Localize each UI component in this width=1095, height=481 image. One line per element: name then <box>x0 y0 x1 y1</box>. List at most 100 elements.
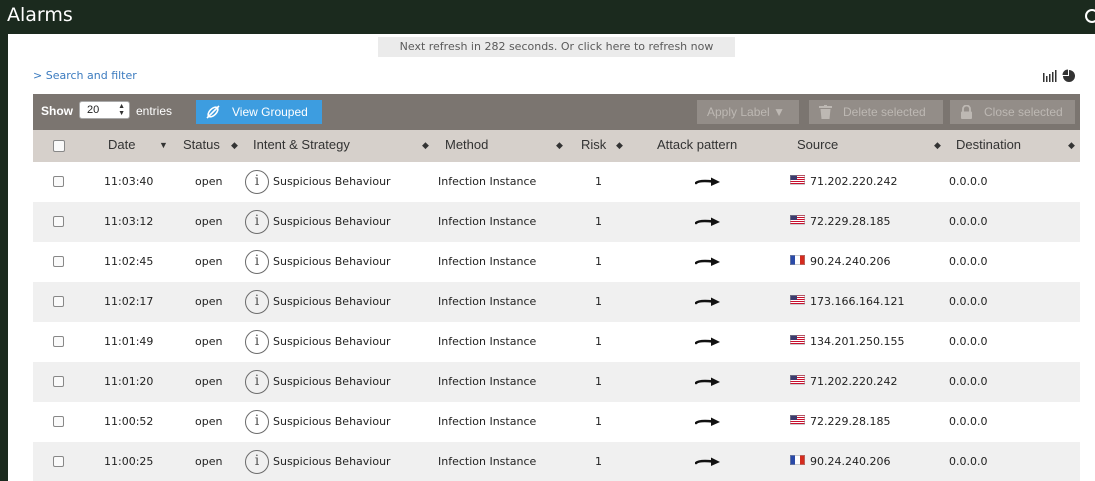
column-date[interactable]: Date <box>108 130 135 162</box>
row-risk: 1 <box>595 375 602 388</box>
sort-desc-icon[interactable]: ▼ <box>159 130 168 162</box>
column-intent[interactable]: Intent & Strategy <box>253 130 350 162</box>
row-intent: Suspicious Behaviour <box>273 175 391 188</box>
right-arrow-icon <box>695 337 720 346</box>
column-source[interactable]: Source <box>797 130 838 162</box>
row-intent: Suspicious Behaviour <box>273 295 391 308</box>
table-row[interactable]: 11:01:49 open i Suspicious Behaviour Infecti… <box>33 322 1080 362</box>
column-destination[interactable]: Destination <box>956 130 1021 162</box>
info-icon[interactable]: i <box>245 170 269 194</box>
user-icon[interactable] <box>1085 9 1095 23</box>
table-row[interactable]: 11:02:45 open i Suspicious Behaviour Infecti… <box>33 242 1080 282</box>
row-checkbox[interactable] <box>53 456 64 467</box>
row-time: 11:03:12 <box>104 215 154 228</box>
column-attack-pattern: Attack pattern <box>657 137 738 152</box>
fr-flag-icon <box>790 455 805 465</box>
table-row[interactable]: 11:01:20 open i Suspicious Behaviour Infecti… <box>33 362 1080 402</box>
row-status: open <box>195 375 223 388</box>
row-source[interactable]: 72.229.28.185 <box>810 202 890 242</box>
column-status[interactable]: Status <box>183 130 220 162</box>
table-row[interactable]: 11:03:40 open i Suspicious Behaviour Infecti… <box>33 162 1080 202</box>
entries-select[interactable]: 20 ▲ ▼ <box>79 101 130 119</box>
info-icon[interactable]: i <box>245 330 269 354</box>
info-icon[interactable]: i <box>245 410 269 434</box>
row-source[interactable]: 71.202.220.242 <box>810 362 897 402</box>
column-method[interactable]: Method <box>445 130 488 162</box>
entries-label: entries <box>136 104 173 118</box>
sort-icon[interactable]: ◆ <box>616 130 623 162</box>
row-source[interactable]: 134.201.250.155 <box>810 322 904 362</box>
view-grouped-button[interactable]: View Grouped <box>196 100 322 124</box>
table-row[interactable]: 11:03:12 open i Suspicious Behaviour Infecti… <box>33 202 1080 242</box>
row-checkbox[interactable] <box>53 336 64 347</box>
us-flag-icon <box>790 415 805 425</box>
column-risk[interactable]: Risk <box>581 130 606 162</box>
search-filter-link[interactable]: > Search and filter <box>33 69 137 82</box>
row-source[interactable]: 90.24.240.206 <box>810 442 890 481</box>
row-method: Infection Instance <box>438 455 537 468</box>
chart-view-icon[interactable] <box>1043 69 1077 83</box>
row-method: Infection Instance <box>438 295 537 308</box>
refresh-banner[interactable]: Next refresh in 282 seconds. Or click he… <box>378 37 735 57</box>
us-flag-icon <box>790 175 805 185</box>
row-intent: Suspicious Behaviour <box>273 455 391 468</box>
right-arrow-icon <box>695 257 720 266</box>
table-header: Date ▼ Status ◆ Intent & Strategy ◆ Meth… <box>33 130 1080 162</box>
row-risk: 1 <box>595 215 602 228</box>
row-source[interactable]: 72.229.28.185 <box>810 402 890 442</box>
row-checkbox[interactable] <box>53 216 64 227</box>
row-source[interactable]: 90.24.240.206 <box>810 242 890 282</box>
alarm-table-body: 11:03:40 open i Suspicious Behaviour Infecti… <box>33 162 1080 481</box>
row-intent: Suspicious Behaviour <box>273 415 391 428</box>
row-risk: 1 <box>595 335 602 348</box>
row-checkbox[interactable] <box>53 256 64 267</box>
row-destination: 0.0.0.0 <box>949 175 988 188</box>
right-arrow-icon <box>695 217 720 226</box>
sort-icon[interactable]: ◆ <box>934 130 941 162</box>
table-row[interactable]: 11:00:52 open i Suspicious Behaviour Infecti… <box>33 402 1080 442</box>
row-checkbox[interactable] <box>53 416 64 427</box>
delete-selected-text: Delete selected <box>843 105 926 119</box>
close-selected-button[interactable]: Close selected <box>950 100 1075 124</box>
info-icon[interactable]: i <box>245 290 269 314</box>
view-grouped-label: View Grouped <box>232 105 308 119</box>
right-arrow-icon <box>695 377 720 386</box>
row-source[interactable]: 173.166.164.121 <box>810 282 904 322</box>
row-destination: 0.0.0.0 <box>949 375 988 388</box>
row-method: Infection Instance <box>438 415 537 428</box>
info-icon[interactable]: i <box>245 450 269 474</box>
info-icon[interactable]: i <box>245 370 269 394</box>
row-method: Infection Instance <box>438 375 537 388</box>
row-source[interactable]: 71.202.220.242 <box>810 162 897 202</box>
row-time: 11:03:40 <box>104 175 154 188</box>
select-all-checkbox[interactable] <box>53 140 65 152</box>
row-checkbox[interactable] <box>53 376 64 387</box>
apply-label-button[interactable]: Apply Label ▼ <box>697 100 799 124</box>
row-checkbox[interactable] <box>53 176 64 187</box>
row-status: open <box>195 215 223 228</box>
row-risk: 1 <box>595 415 602 428</box>
row-status: open <box>195 335 223 348</box>
info-icon[interactable]: i <box>245 210 269 234</box>
right-arrow-icon <box>695 417 720 426</box>
table-row[interactable]: 11:00:25 open i Suspicious Behaviour Infecti… <box>33 442 1080 481</box>
sort-icon[interactable]: ◆ <box>556 130 563 162</box>
row-destination: 0.0.0.0 <box>949 215 988 228</box>
right-arrow-icon <box>695 177 720 186</box>
info-icon[interactable]: i <box>245 250 269 274</box>
row-destination: 0.0.0.0 <box>949 335 988 348</box>
row-checkbox[interactable] <box>53 296 64 307</box>
delete-selected-button[interactable]: Delete selected <box>809 100 943 124</box>
sort-icon[interactable]: ◆ <box>422 130 429 162</box>
table-row[interactable]: 11:02:17 open i Suspicious Behaviour Infecti… <box>33 282 1080 322</box>
sort-icon[interactable]: ◆ <box>1068 130 1075 162</box>
row-method: Infection Instance <box>438 175 537 188</box>
row-time: 11:00:25 <box>104 455 154 468</box>
row-status: open <box>195 455 223 468</box>
row-intent: Suspicious Behaviour <box>273 335 391 348</box>
page-title: Alarms <box>7 4 73 26</box>
row-time: 11:02:17 <box>104 295 154 308</box>
apply-label-text: Apply Label <box>707 105 770 119</box>
row-destination: 0.0.0.0 <box>949 255 988 268</box>
sort-icon[interactable]: ◆ <box>231 130 238 162</box>
